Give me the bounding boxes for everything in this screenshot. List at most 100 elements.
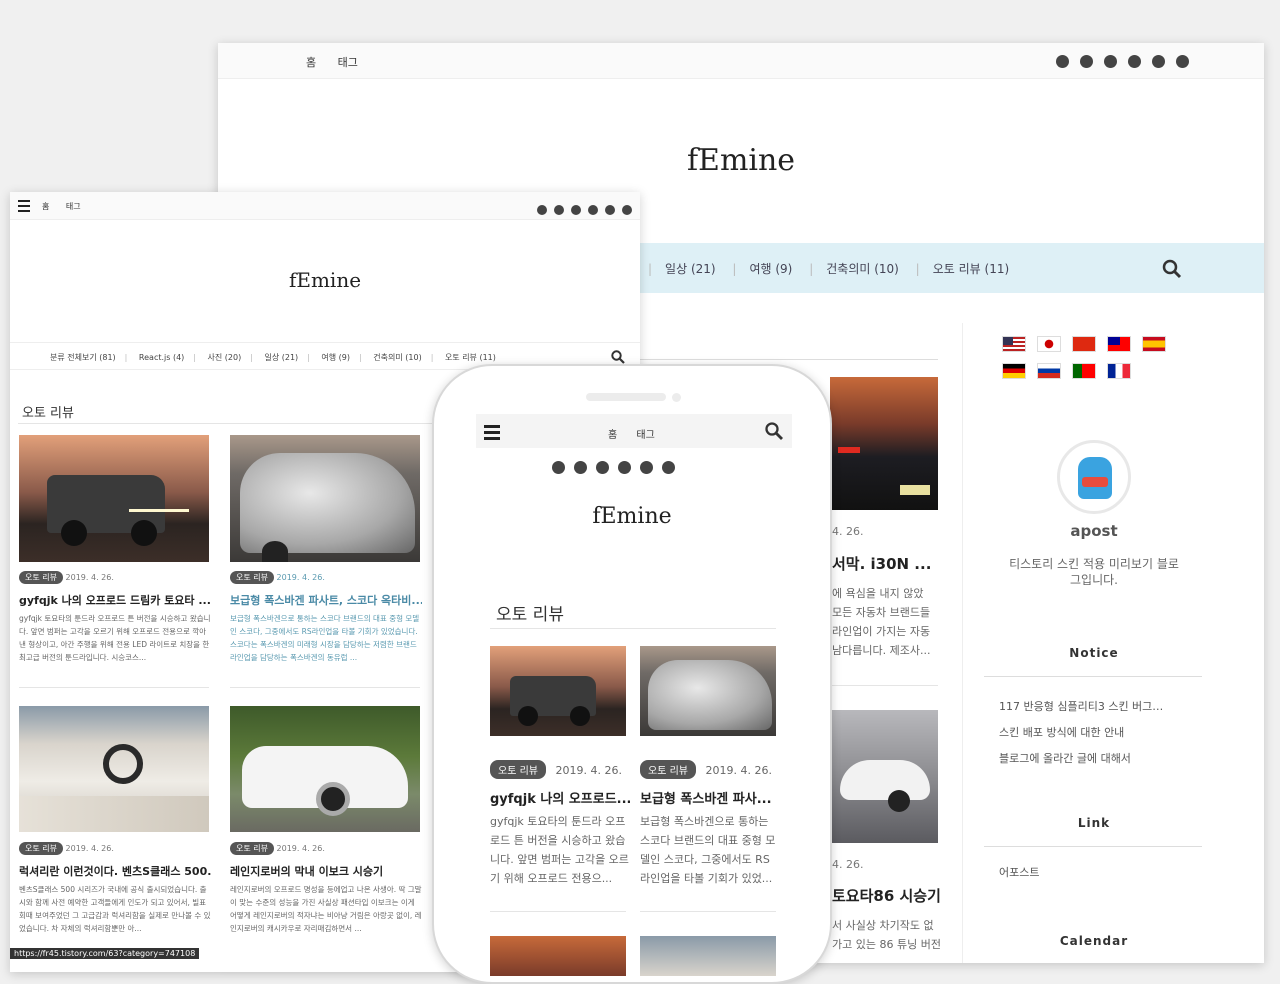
flag-de-icon[interactable] [1002,363,1026,379]
menu-home-link[interactable]: 홈 [42,202,49,211]
post-date: 2019. 4. 26. [276,573,325,582]
pinterest-icon[interactable] [640,461,653,474]
blog-logo[interactable]: fEmine [434,504,830,529]
pinterest-icon[interactable] [1152,55,1165,68]
notice-list: 117 반응형 심플리티3 스킨 버그… 스킨 배포 방식에 대한 안내 블로그… [999,694,1163,772]
category-tag[interactable]: 오토 리뷰 [490,760,546,779]
post-title[interactable]: 보급형 폭스바겐 파사... [640,788,780,807]
menu-tag-link[interactable]: 태그 [338,56,358,69]
nav-travel[interactable]: 여행 (9) [749,262,792,276]
post-card[interactable]: 오토 리뷰 2019. 4. 26. 럭셔리란 이런것이다. 벤츠S클래스 50… [19,706,211,966]
post-title[interactable]: 토요타86 시승기 [832,885,941,906]
blog-logo[interactable]: fEmine [10,268,640,292]
notice-item[interactable]: 블로그에 올라간 글에 대해서 [999,746,1163,772]
category-tag[interactable]: 오토 리뷰 [19,571,63,584]
post-title[interactable]: 레인지로버의 막내 이보크 시승기 [230,863,422,879]
search-icon[interactable] [765,422,783,440]
category-tag[interactable]: 오토 리뷰 [230,842,274,855]
post-date: 2019. 4. 26. [705,764,772,777]
divider [640,911,776,912]
facebook-icon[interactable] [588,205,598,215]
excerpt-line: 에 욕심을 내지 않았 [832,587,924,600]
hamburger-menu-icon[interactable] [484,425,500,440]
twitter-icon[interactable] [1080,55,1093,68]
profile-name: apost [1070,522,1118,540]
post-card[interactable]: 오토 리뷰 2019. 4. 26. 보급형 폭스바겐 파사... 보급형 폭스… [640,646,776,916]
nav-architecture[interactable]: 건축의미 (10) [373,353,421,362]
menu-home-link[interactable]: 홈 [608,430,617,441]
post-thumbnail[interactable] [830,377,938,510]
nav-daily[interactable]: 일상 (21) [264,353,298,362]
flag-ru-icon[interactable] [1037,363,1061,379]
post-title[interactable]: 보급형 폭스바겐 파사트, 스코다 옥타비... [230,592,422,608]
flag-us-icon[interactable] [1002,336,1026,352]
notice-item[interactable]: 스킨 배포 방식에 대한 안내 [999,720,1163,746]
hamburger-menu-icon[interactable] [18,200,30,212]
flag-fr-icon[interactable] [1107,363,1131,379]
social-icons [530,200,632,219]
divider [638,359,938,360]
twitter-icon[interactable] [554,205,564,215]
nav-auto-review[interactable]: 오토 리뷰 (11) [445,353,496,362]
post-thumbnail[interactable] [490,936,626,976]
youtube-icon[interactable] [1104,55,1117,68]
post-thumbnail[interactable] [230,706,420,832]
menu-tag-link[interactable]: 태그 [636,430,654,441]
post-card[interactable]: 오토 리뷰 2019. 4. 26. 보급형 폭스바겐 파사트, 스코다 옥타비… [230,435,422,695]
link-item[interactable]: 어포스트 [999,864,1039,880]
post-thumbnail[interactable] [230,435,420,562]
flag-jp-icon[interactable] [1037,336,1061,352]
category-tag[interactable]: 오토 리뷰 [19,842,63,855]
post-card[interactable]: 오토 리뷰 2019. 4. 26. 레인지로버의 막내 이보크 시승기 레인지… [230,706,422,966]
post-title[interactable]: 서막. i30N ... [832,553,931,574]
flag-pt-icon[interactable] [1072,363,1096,379]
category-tag[interactable]: 오토 리뷰 [640,760,696,779]
nav-auto-review[interactable]: 오토 리뷰 (11) [933,262,1009,276]
facebook-icon[interactable] [618,461,631,474]
pinterest-icon[interactable] [605,205,615,215]
nav-all[interactable]: 분류 전체보기 (81) [50,353,116,362]
mail-icon[interactable] [1176,55,1189,68]
nav-daily[interactable]: 일상 (21) [665,262,716,276]
blog-logo[interactable]: fEmine [218,143,1264,178]
nav-react[interactable]: React.js (4) [139,353,184,362]
post-thumbnail[interactable] [19,435,209,562]
post-card[interactable]: 오토 리뷰 2019. 4. 26. gyfqjk 나의 오프로드 드림카 토요… [19,435,211,695]
category-tag[interactable]: 오토 리뷰 [230,571,274,584]
instagram-icon[interactable] [537,205,547,215]
post-excerpt: gyfqjk 토요타의 툰드라 오프로드 튼 버전을 시승하고 왔습니다. 앞면… [19,614,211,662]
calendar-heading: Calendar [1059,934,1129,948]
flag-es-icon[interactable] [1142,336,1166,352]
twitter-icon[interactable] [574,461,587,474]
youtube-icon[interactable] [596,461,609,474]
nav-travel[interactable]: 여행 (9) [321,353,350,362]
facebook-icon[interactable] [1128,55,1141,68]
post-card[interactable]: 오토 리뷰 2019. 4. 26. gyfqjk 나의 오프로드... gyf… [490,646,630,916]
search-icon[interactable] [1162,259,1182,279]
search-icon[interactable] [611,350,625,364]
nav-architecture[interactable]: 건축의미 (10) [826,262,899,276]
post-thumbnail[interactable] [640,646,776,736]
menu-tag-link[interactable]: 태그 [66,202,81,211]
avatar[interactable] [1057,440,1131,514]
menu-home-link[interactable]: 홈 [306,56,316,69]
flag-cn-icon[interactable] [1072,336,1096,352]
mail-icon[interactable] [662,461,675,474]
flag-tw-icon[interactable] [1107,336,1131,352]
notice-item[interactable]: 117 반응형 심플리티3 스킨 버그… [999,694,1163,720]
link-heading: Link [1077,816,1111,830]
post-thumbnail[interactable] [830,710,938,843]
post-title[interactable]: 럭셔리란 이런것이다. 벤츠S클래스 500... [19,863,211,879]
divider [830,685,938,686]
post-title[interactable]: gyfqjk 나의 오프로드 드림카 토요타 ... [19,592,211,608]
post-title[interactable]: gyfqjk 나의 오프로드... [490,788,630,807]
mail-icon[interactable] [622,205,632,215]
post-thumbnail[interactable] [640,936,776,976]
instagram-icon[interactable] [552,461,565,474]
post-thumbnail[interactable] [490,646,626,736]
youtube-icon[interactable] [571,205,581,215]
excerpt-line: 가고 있는 86 튜닝 버전 [832,938,941,951]
nav-photo[interactable]: 사진 (20) [208,353,242,362]
instagram-icon[interactable] [1056,55,1069,68]
post-thumbnail[interactable] [19,706,209,832]
